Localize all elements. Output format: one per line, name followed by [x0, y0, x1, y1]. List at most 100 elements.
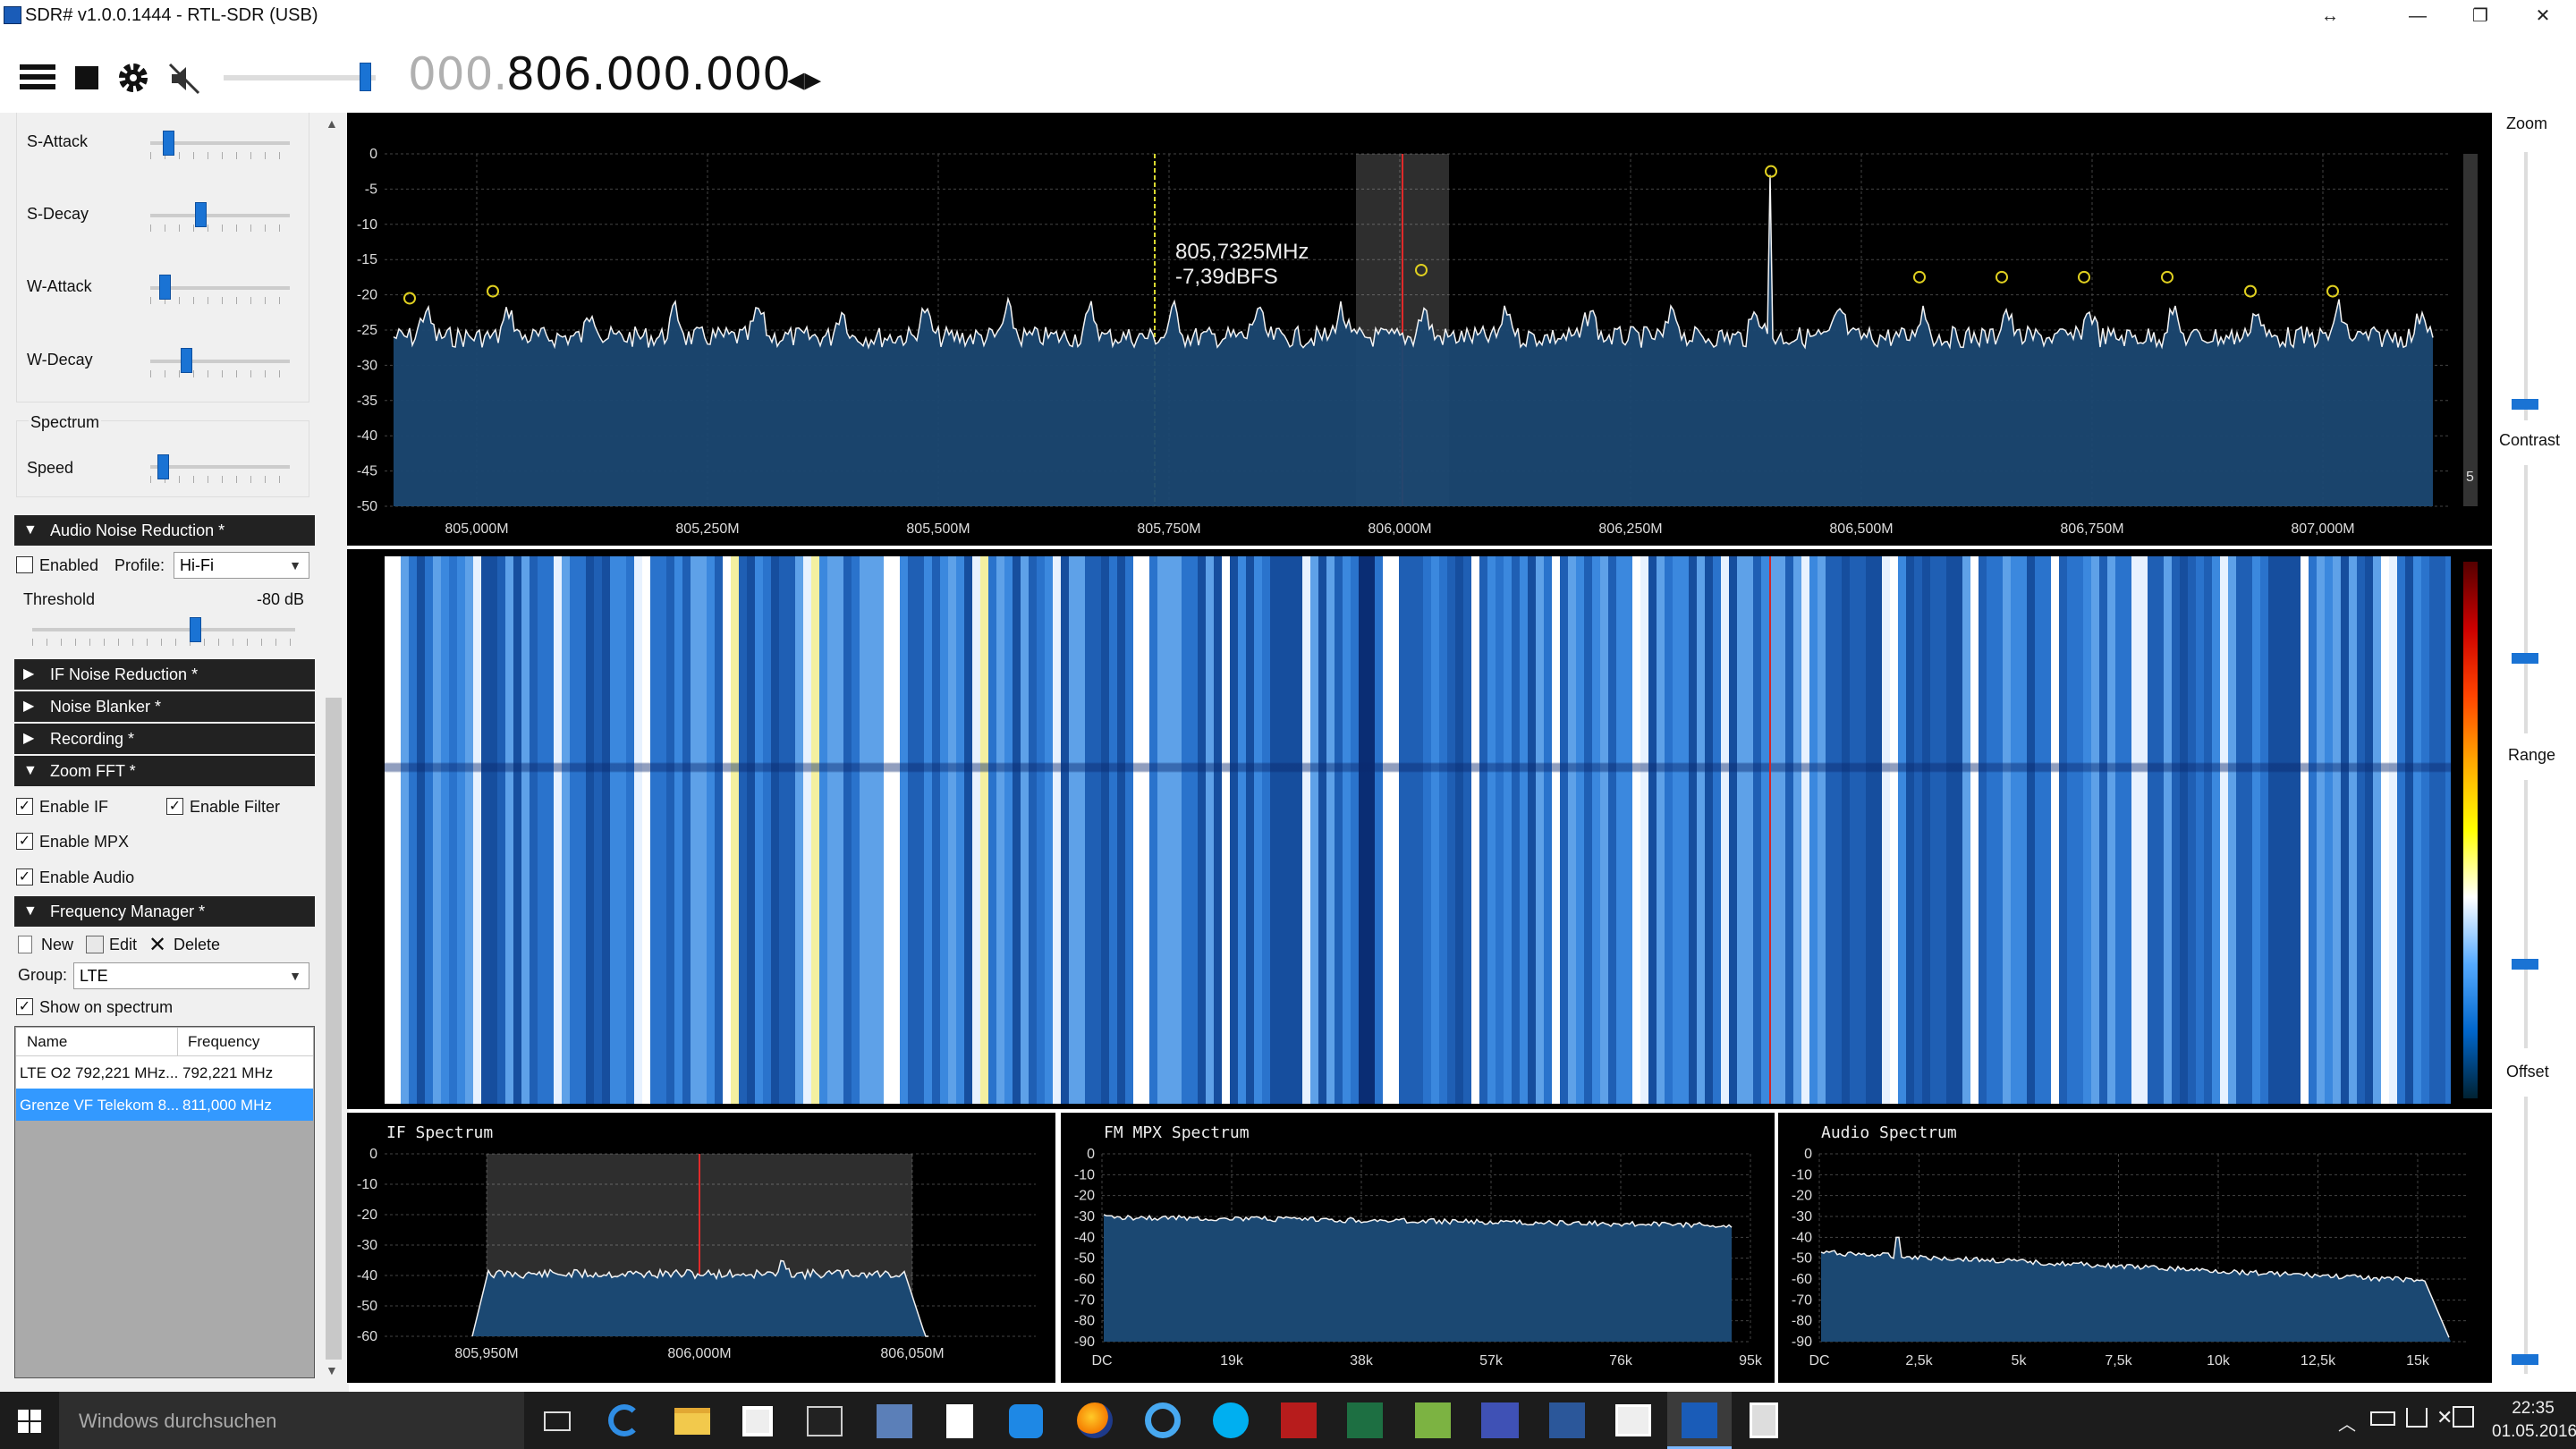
if-spectrum-panel[interactable]: 0 -10 -20 -30 -40 -50 -60 805,950M 806,000M 806,0…: [347, 1113, 1055, 1383]
y-tick-label: -40: [1074, 1230, 1095, 1245]
offset-slider[interactable]: [2524, 1097, 2528, 1374]
peak-marker: [403, 292, 416, 305]
column-header-name[interactable]: Name: [27, 1033, 67, 1051]
battery-icon[interactable]: [2370, 1411, 2395, 1426]
network-app-icon[interactable]: [877, 1404, 912, 1438]
spreadsheet-app-icon[interactable]: [1415, 1402, 1451, 1438]
taskbar-date[interactable]: 01.05.2016: [2492, 1422, 2576, 1442]
taskbar-time[interactable]: 22:35: [2497, 1399, 2569, 1419]
enable-audio-checkbox[interactable]: ✓: [16, 869, 33, 886]
remote-desktop-icon[interactable]: [1481, 1402, 1519, 1438]
volume-slider-knob[interactable]: [360, 63, 371, 91]
explorer-icon[interactable]: [674, 1408, 710, 1435]
speed-slider[interactable]: [150, 465, 290, 469]
stop-icon[interactable]: [75, 66, 98, 89]
edge-icon[interactable]: [608, 1404, 640, 1436]
skype-icon[interactable]: [1213, 1402, 1249, 1438]
scroll-thumb[interactable]: [326, 698, 342, 1360]
threshold-slider[interactable]: [32, 628, 295, 631]
waterfall-panel[interactable]: [347, 549, 2492, 1109]
photos-icon[interactable]: [1615, 1404, 1651, 1436]
s-attack-knob[interactable]: [163, 131, 174, 156]
range-knob[interactable]: [2512, 959, 2538, 970]
profile-select[interactable]: Hi-Fi ▼: [174, 552, 309, 579]
threshold-knob[interactable]: [190, 617, 201, 642]
noise-blanker-header[interactable]: ▶ Noise Blanker *: [14, 691, 315, 722]
peak-marker: [2078, 270, 2090, 284]
contrast-knob[interactable]: [2512, 653, 2538, 664]
new-button[interactable]: New: [41, 936, 73, 954]
audio-spectrum-plot[interactable]: 0 -10 -20 -30 -40 -50 -60 -70 -80 -90 DC 2,5k 5k 7,5k…: [1778, 1113, 2492, 1383]
new-icon[interactable]: [18, 936, 32, 953]
taskbar-search-text[interactable]: Windows durchsuchen: [79, 1410, 276, 1433]
waterfall-display[interactable]: [385, 556, 2451, 1104]
audio-spectrum-panel[interactable]: 0 -10 -20 -30 -40 -50 -60 -70 -80 -90 DC 2,5k 5k 7,5k…: [1778, 1113, 2492, 1383]
y-tick-label: 0: [369, 147, 377, 162]
recording-header[interactable]: ▶ Recording *: [14, 724, 315, 754]
w-decay-slider[interactable]: [150, 360, 290, 363]
offset-knob[interactable]: [2512, 1354, 2538, 1365]
w-attack-knob[interactable]: [159, 275, 171, 300]
volume-slider[interactable]: [224, 75, 376, 80]
volume-muted-icon[interactable]: ✕: [2436, 1406, 2453, 1429]
document-icon[interactable]: [946, 1404, 973, 1438]
main-spectrum-panel[interactable]: 0 -5 -10 -15 -20 -25 -30 -35 -40 -45 -50 805,000M 80…: [347, 113, 2492, 546]
frequency-manager-header[interactable]: ▼ Frequency Manager *: [14, 896, 315, 927]
group-select[interactable]: LTE ▼: [73, 962, 309, 989]
tune-arrows-icon[interactable]: ◂▸: [787, 59, 821, 99]
terminal-icon[interactable]: [807, 1406, 843, 1436]
delete-button[interactable]: Delete: [174, 936, 220, 954]
mute-icon[interactable]: [168, 63, 202, 95]
notification-icon[interactable]: [2453, 1406, 2474, 1428]
sdr-sharp-icon[interactable]: [1682, 1402, 1717, 1438]
tray-up-icon[interactable]: ︿: [2338, 1410, 2356, 1436]
column-header-frequency[interactable]: Frequency: [188, 1033, 259, 1051]
if-spectrum-plot[interactable]: 0 -10 -20 -30 -40 -50 -60 805,950M 806,000M 806,0…: [347, 1113, 1055, 1383]
contrast-slider[interactable]: [2524, 465, 2528, 733]
show-on-spectrum-checkbox[interactable]: ✓: [16, 998, 33, 1015]
windows-start-icon[interactable]: [18, 1410, 41, 1433]
s-attack-label: S-Attack: [27, 132, 89, 150]
firefox-icon[interactable]: [1077, 1402, 1113, 1438]
main-spectrum-plot[interactable]: 0 -5 -10 -15 -20 -25 -30 -35 -40 -45 -50 805,000M 80…: [347, 113, 2492, 546]
internet-explorer-icon[interactable]: [1145, 1402, 1181, 1438]
s-decay-slider[interactable]: [150, 214, 290, 217]
network-icon[interactable]: [2406, 1408, 2428, 1428]
mpx-spectrum-plot[interactable]: 0 -10 -20 -30 -40 -50 -60 -70 -80 -90 DC 19k 38k 57k 7…: [1061, 1113, 1775, 1383]
menu-icon[interactable]: [20, 64, 55, 89]
scroll-down-icon[interactable]: ▼: [326, 1363, 338, 1377]
audio-noise-reduction-header[interactable]: ▼ Audio Noise Reduction *: [14, 515, 315, 546]
frequency-prefix[interactable]: 000.: [408, 48, 507, 100]
scroll-up-icon[interactable]: ▲: [326, 116, 338, 131]
range-slider[interactable]: [2524, 780, 2528, 1048]
waterfall-tuning-line: [1769, 556, 1771, 1104]
edit-button[interactable]: Edit: [109, 936, 137, 954]
enable-mpx-checkbox[interactable]: ✓: [16, 833, 33, 850]
calculator-icon[interactable]: [1750, 1402, 1778, 1438]
resize-icon[interactable]: ↔: [2290, 0, 2370, 32]
store-icon[interactable]: [742, 1406, 773, 1436]
close-button[interactable]: ✕: [2503, 0, 2576, 32]
audio-nr-enabled-checkbox[interactable]: [16, 556, 33, 573]
speed-knob[interactable]: [157, 454, 169, 479]
word-icon[interactable]: [1549, 1402, 1585, 1438]
zoom-slider[interactable]: [2524, 152, 2528, 420]
if-noise-reduction-header[interactable]: ▶ IF Noise Reduction *: [14, 659, 315, 690]
w-attack-slider[interactable]: [150, 286, 290, 290]
frequency-display[interactable]: 806.000.000: [506, 48, 791, 100]
zoom-knob[interactable]: [2512, 399, 2538, 410]
gear-icon[interactable]: [116, 61, 150, 95]
y-tick-label: -20: [1074, 1189, 1095, 1204]
edit-icon[interactable]: [86, 936, 104, 953]
pdf-reader-icon[interactable]: [1281, 1402, 1317, 1438]
teamviewer-icon[interactable]: [1009, 1404, 1043, 1438]
mpx-spectrum-panel[interactable]: 0 -10 -20 -30 -40 -50 -60 -70 -80 -90 DC 19k 38k 57k 7…: [1061, 1113, 1775, 1383]
enable-filter-checkbox[interactable]: ✓: [166, 798, 183, 815]
task-view-icon[interactable]: [544, 1411, 571, 1431]
delete-icon[interactable]: ✕: [148, 932, 166, 958]
w-decay-knob[interactable]: [181, 348, 192, 373]
enable-if-checkbox[interactable]: ✓: [16, 798, 33, 815]
zoom-fft-header[interactable]: ▼ Zoom FFT *: [14, 756, 315, 786]
excel-icon[interactable]: [1347, 1402, 1383, 1438]
s-decay-knob[interactable]: [195, 202, 207, 227]
